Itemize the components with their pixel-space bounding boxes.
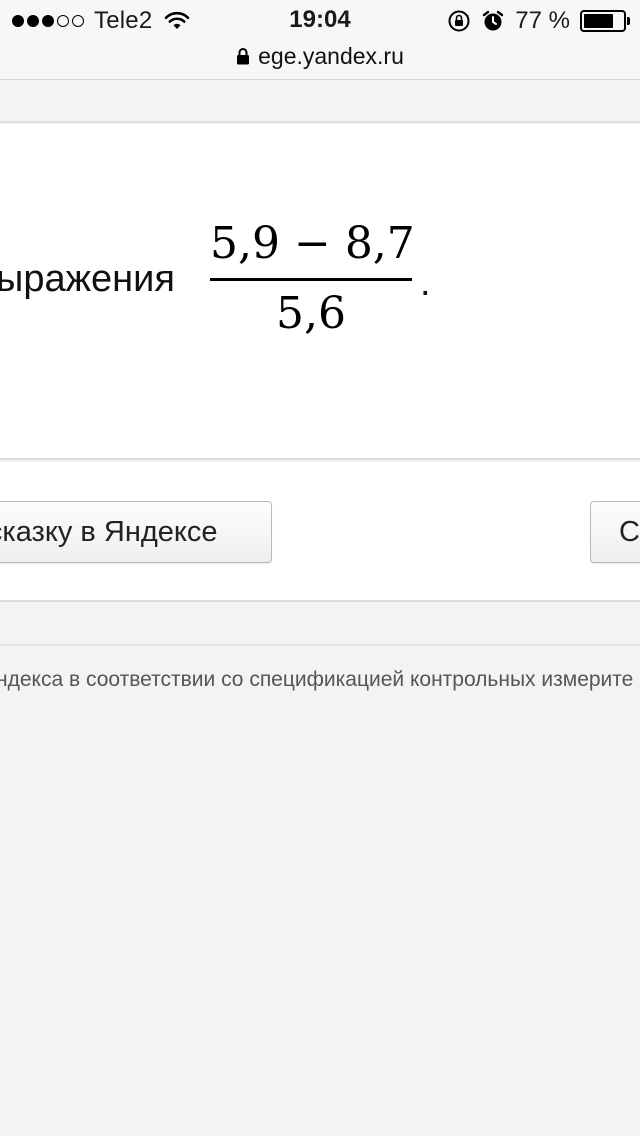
hint-button-label: дсказку в Яндексе — [0, 515, 218, 548]
fraction-bar — [210, 278, 412, 281]
section-divider-top — [0, 81, 640, 123]
section-divider-mid — [0, 604, 640, 646]
url-domain[interactable]: ege.yandex.ru — [258, 43, 404, 70]
check-button-label: С — [619, 515, 640, 548]
battery-cap — [627, 17, 630, 25]
task-text: ыражения — [0, 258, 175, 300]
status-right: 77 % — [447, 7, 630, 35]
page: Tele2 19:04 77 % ege.yandex.ru ыражения … — [0, 0, 640, 1136]
alarm-icon — [483, 10, 504, 31]
fraction-numerator: 5,9 − 8,7 — [210, 218, 415, 269]
address-bar[interactable]: ege.yandex.ru — [0, 40, 640, 72]
sentence-period: . — [420, 262, 431, 304]
hint-button[interactable]: дсказку в Яндексе — [0, 501, 272, 563]
lock-icon — [237, 48, 250, 65]
fraction-denominator: 5,6 — [276, 288, 346, 339]
battery-percent: 77 % — [515, 7, 570, 34]
browser-chrome: Tele2 19:04 77 % ege.yandex.ru — [0, 0, 640, 80]
battery-body — [580, 10, 626, 32]
footer-note: ндекса в соответствии со спецификацией к… — [0, 668, 634, 691]
status-bar: Tele2 19:04 77 % — [0, 0, 640, 40]
rotation-lock-icon — [448, 10, 470, 32]
check-button[interactable]: С — [590, 501, 640, 563]
fraction-expression: 5,9 − 8,7 5,6 — [210, 214, 415, 344]
battery-icon — [580, 10, 630, 32]
battery-fill — [584, 14, 614, 28]
actions-panel: дсказку в Яндексе С — [0, 462, 640, 602]
